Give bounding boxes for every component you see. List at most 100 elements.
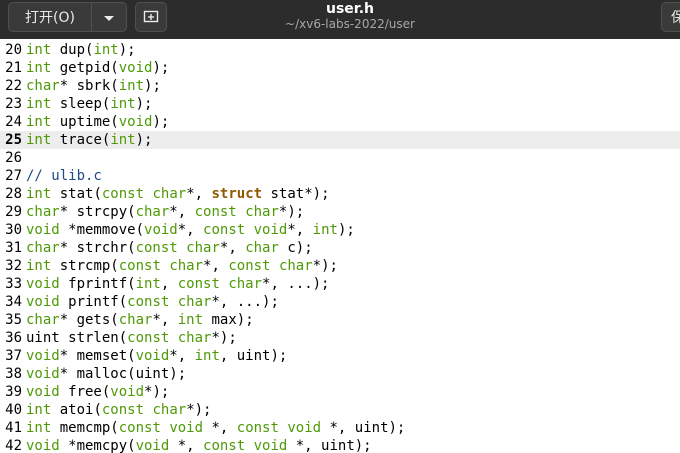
code-token: ); [337, 222, 355, 238]
code-token: int [135, 276, 161, 292]
window-subtitle: ~/xv6-labs-2022/user [285, 17, 415, 31]
line-number: 22 [5, 78, 22, 94]
code-token: ); [152, 60, 170, 76]
code-token: *memcpy( [59, 438, 136, 453]
code-token: * gets( [59, 312, 119, 328]
code-token: * sbrk( [59, 78, 119, 94]
code-token: void [26, 366, 60, 382]
code-token: const [101, 186, 145, 202]
code-editor[interactable]: 20 int dup(int); 21 int getpid(void); 22 char… [0, 39, 680, 453]
open-button-label: 打开(O) [25, 10, 75, 26]
code-token: ); [152, 114, 170, 130]
code-line[interactable]: 24 int uptime(void); [0, 113, 680, 131]
code-token: atoi( [51, 402, 102, 418]
code-token: *, uint); [321, 420, 406, 436]
code-token: *, [152, 312, 178, 328]
code-token: sleep( [51, 96, 111, 112]
code-token: *memmove( [59, 222, 145, 238]
code-line[interactable]: 41 int memcmp(const void *, const void *,… [0, 419, 680, 437]
code-line[interactable]: 39 void free(void*); [0, 383, 680, 401]
line-number: 29 [5, 204, 22, 220]
code-line[interactable]: 37 void* memset(void*, int, uint); [0, 347, 680, 365]
code-token: char [177, 330, 212, 346]
code-token: max); [203, 312, 254, 328]
save-button-label: 保 [671, 10, 680, 26]
code-line[interactable]: 33 void fprintf(int, const char*, ...); [0, 275, 680, 293]
code-token: void [110, 384, 145, 400]
code-token: stat*); [262, 186, 330, 202]
code-token: void [26, 384, 60, 400]
code-token: char [135, 204, 170, 220]
new-tab-button[interactable] [135, 2, 167, 32]
code-token: int [110, 96, 136, 112]
line-number: 33 [5, 276, 22, 292]
window-title: user.h [326, 1, 374, 17]
code-token: *); [312, 258, 338, 274]
code-token: void [287, 420, 322, 436]
code-token: void [26, 276, 60, 292]
open-menu-button[interactable] [91, 2, 127, 32]
code-token: *, ...); [262, 276, 330, 292]
line-number: 27 [5, 168, 22, 184]
code-token: *, [177, 222, 204, 238]
code-token: const [203, 222, 246, 238]
line-number: 40 [5, 402, 22, 418]
code-token: char [228, 276, 263, 292]
code-line[interactable]: 25 int trace(int); [0, 131, 680, 149]
code-line[interactable]: 35 char* gets(char*, int max); [0, 311, 680, 329]
code-line[interactable]: 38 void* malloc(uint); [0, 365, 680, 383]
line-number: 28 [5, 186, 22, 202]
code-line[interactable]: 27// ulib.c [0, 167, 680, 185]
code-token: ); [135, 132, 153, 148]
code-token: int [194, 348, 220, 364]
code-token: free( [59, 384, 111, 400]
code-token: void [118, 114, 153, 130]
code-token: void [26, 438, 60, 453]
code-token: int [26, 132, 52, 148]
code-token: char [152, 402, 187, 418]
code-token: * memset( [59, 348, 136, 364]
code-token: const [101, 402, 145, 418]
new-tab-icon [143, 8, 159, 27]
line-number: 35 [5, 312, 22, 328]
code-line[interactable]: 23 int sleep(int); [0, 95, 680, 113]
code-token: *, [287, 222, 313, 238]
line-number: 39 [5, 384, 22, 400]
code-token: const [236, 420, 279, 436]
code-token: const [135, 240, 178, 256]
code-token: * strchr( [59, 240, 136, 256]
code-token: int [312, 222, 338, 238]
open-button[interactable]: 打开(O) [8, 2, 91, 32]
code-token: *, [203, 420, 237, 436]
code-line[interactable]: 20 int dup(int); [0, 41, 680, 59]
line-number: 41 [5, 420, 22, 436]
code-line[interactable]: 21 int getpid(void); [0, 59, 680, 77]
code-token: char [278, 258, 313, 274]
code-line[interactable]: 32 int strcmp(const char*, const char*); [0, 257, 680, 275]
save-button[interactable]: 保 [661, 2, 680, 32]
code-line[interactable]: 28 int stat(const char*, struct stat*); [0, 185, 680, 203]
code-line[interactable]: 30 void *memmove(void*, const void*, int)… [0, 221, 680, 239]
code-token: int [118, 78, 145, 94]
code-token: c); [278, 240, 313, 256]
code-token: uptime( [51, 114, 119, 130]
code-line[interactable]: 26 [0, 149, 680, 167]
code-token: int [26, 114, 52, 130]
code-token: void [26, 294, 60, 310]
line-number: 25 [5, 132, 22, 148]
code-line[interactable]: 40 int atoi(const char*); [0, 401, 680, 419]
code-line[interactable]: 36 uint strlen(const char*); [0, 329, 680, 347]
code-token: int [26, 420, 52, 436]
code-token: *, [169, 348, 195, 364]
code-line[interactable]: 34 void printf(const char*, ...); [0, 293, 680, 311]
code-line[interactable]: 29 char* strcpy(char*, const char*); [0, 203, 680, 221]
code-token: , uint); [219, 348, 288, 364]
code-line[interactable]: 22 char* sbrk(int); [0, 77, 680, 95]
code-line[interactable]: 31 char* strchr(const char*, char c); [0, 239, 680, 257]
code-token: *); [144, 384, 170, 400]
code-token: *, [186, 186, 212, 202]
code-line[interactable]: 42 void *memcpy(void *, const void *, uin… [0, 437, 680, 453]
